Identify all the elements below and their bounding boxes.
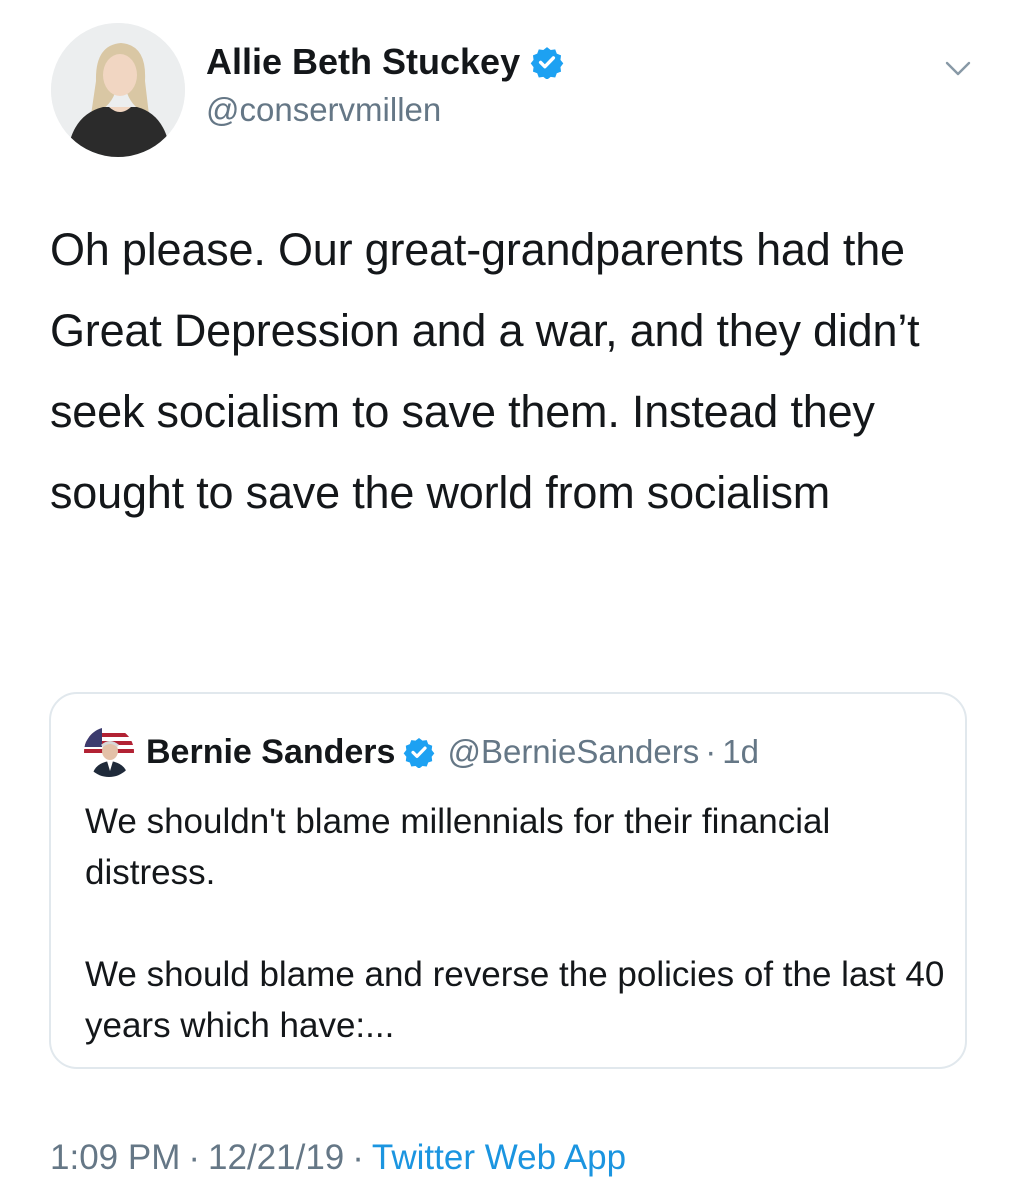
tweet-metadata: 1:09 PM · 12/21/19 · Twitter Web App <box>50 1136 626 1180</box>
verified-badge-icon <box>403 736 435 768</box>
separator-dot: · <box>352 1138 364 1177</box>
quoted-author-name[interactable]: Bernie Sanders <box>146 733 395 772</box>
separator-dot: · <box>705 733 717 770</box>
profile-photo-avatar <box>51 23 185 157</box>
author-handle[interactable]: @conservmillen <box>206 90 441 130</box>
quoted-tweet-card[interactable]: Bernie Sanders @BernieSanders · 1d We sh… <box>49 692 967 1069</box>
verified-badge-icon <box>530 45 564 79</box>
chevron-down-icon[interactable] <box>942 52 974 84</box>
separator-dot: · <box>188 1138 201 1177</box>
quoted-tweet-time[interactable]: 1d <box>722 733 759 771</box>
profile-photo-avatar <box>84 727 134 777</box>
tweet-text: Oh please. Our great-grandparents had th… <box>50 224 920 518</box>
tweet-source-link[interactable]: Twitter Web App <box>372 1138 626 1177</box>
quoted-tweet-paragraph: We shouldn't blame millennials for their… <box>85 802 831 892</box>
tweet-date[interactable]: 12/21/19 <box>208 1138 344 1177</box>
quoted-tweet-paragraph: We should blame and reverse the policies… <box>85 955 945 1045</box>
author-display-name[interactable]: Allie Beth Stuckey <box>206 40 564 84</box>
quoted-tweet-text: We shouldn't blame millennials for their… <box>85 796 945 1051</box>
author-name-text[interactable]: Allie Beth Stuckey <box>206 40 520 84</box>
author-avatar[interactable] <box>51 23 185 157</box>
quoted-author-avatar <box>84 727 134 777</box>
quoted-tweet-header: Bernie Sanders @BernieSanders · 1d <box>146 730 759 774</box>
quoted-author-handle[interactable]: @BernieSanders <box>447 733 699 771</box>
tweet-timestamp[interactable]: 1:09 PM <box>50 1138 180 1177</box>
